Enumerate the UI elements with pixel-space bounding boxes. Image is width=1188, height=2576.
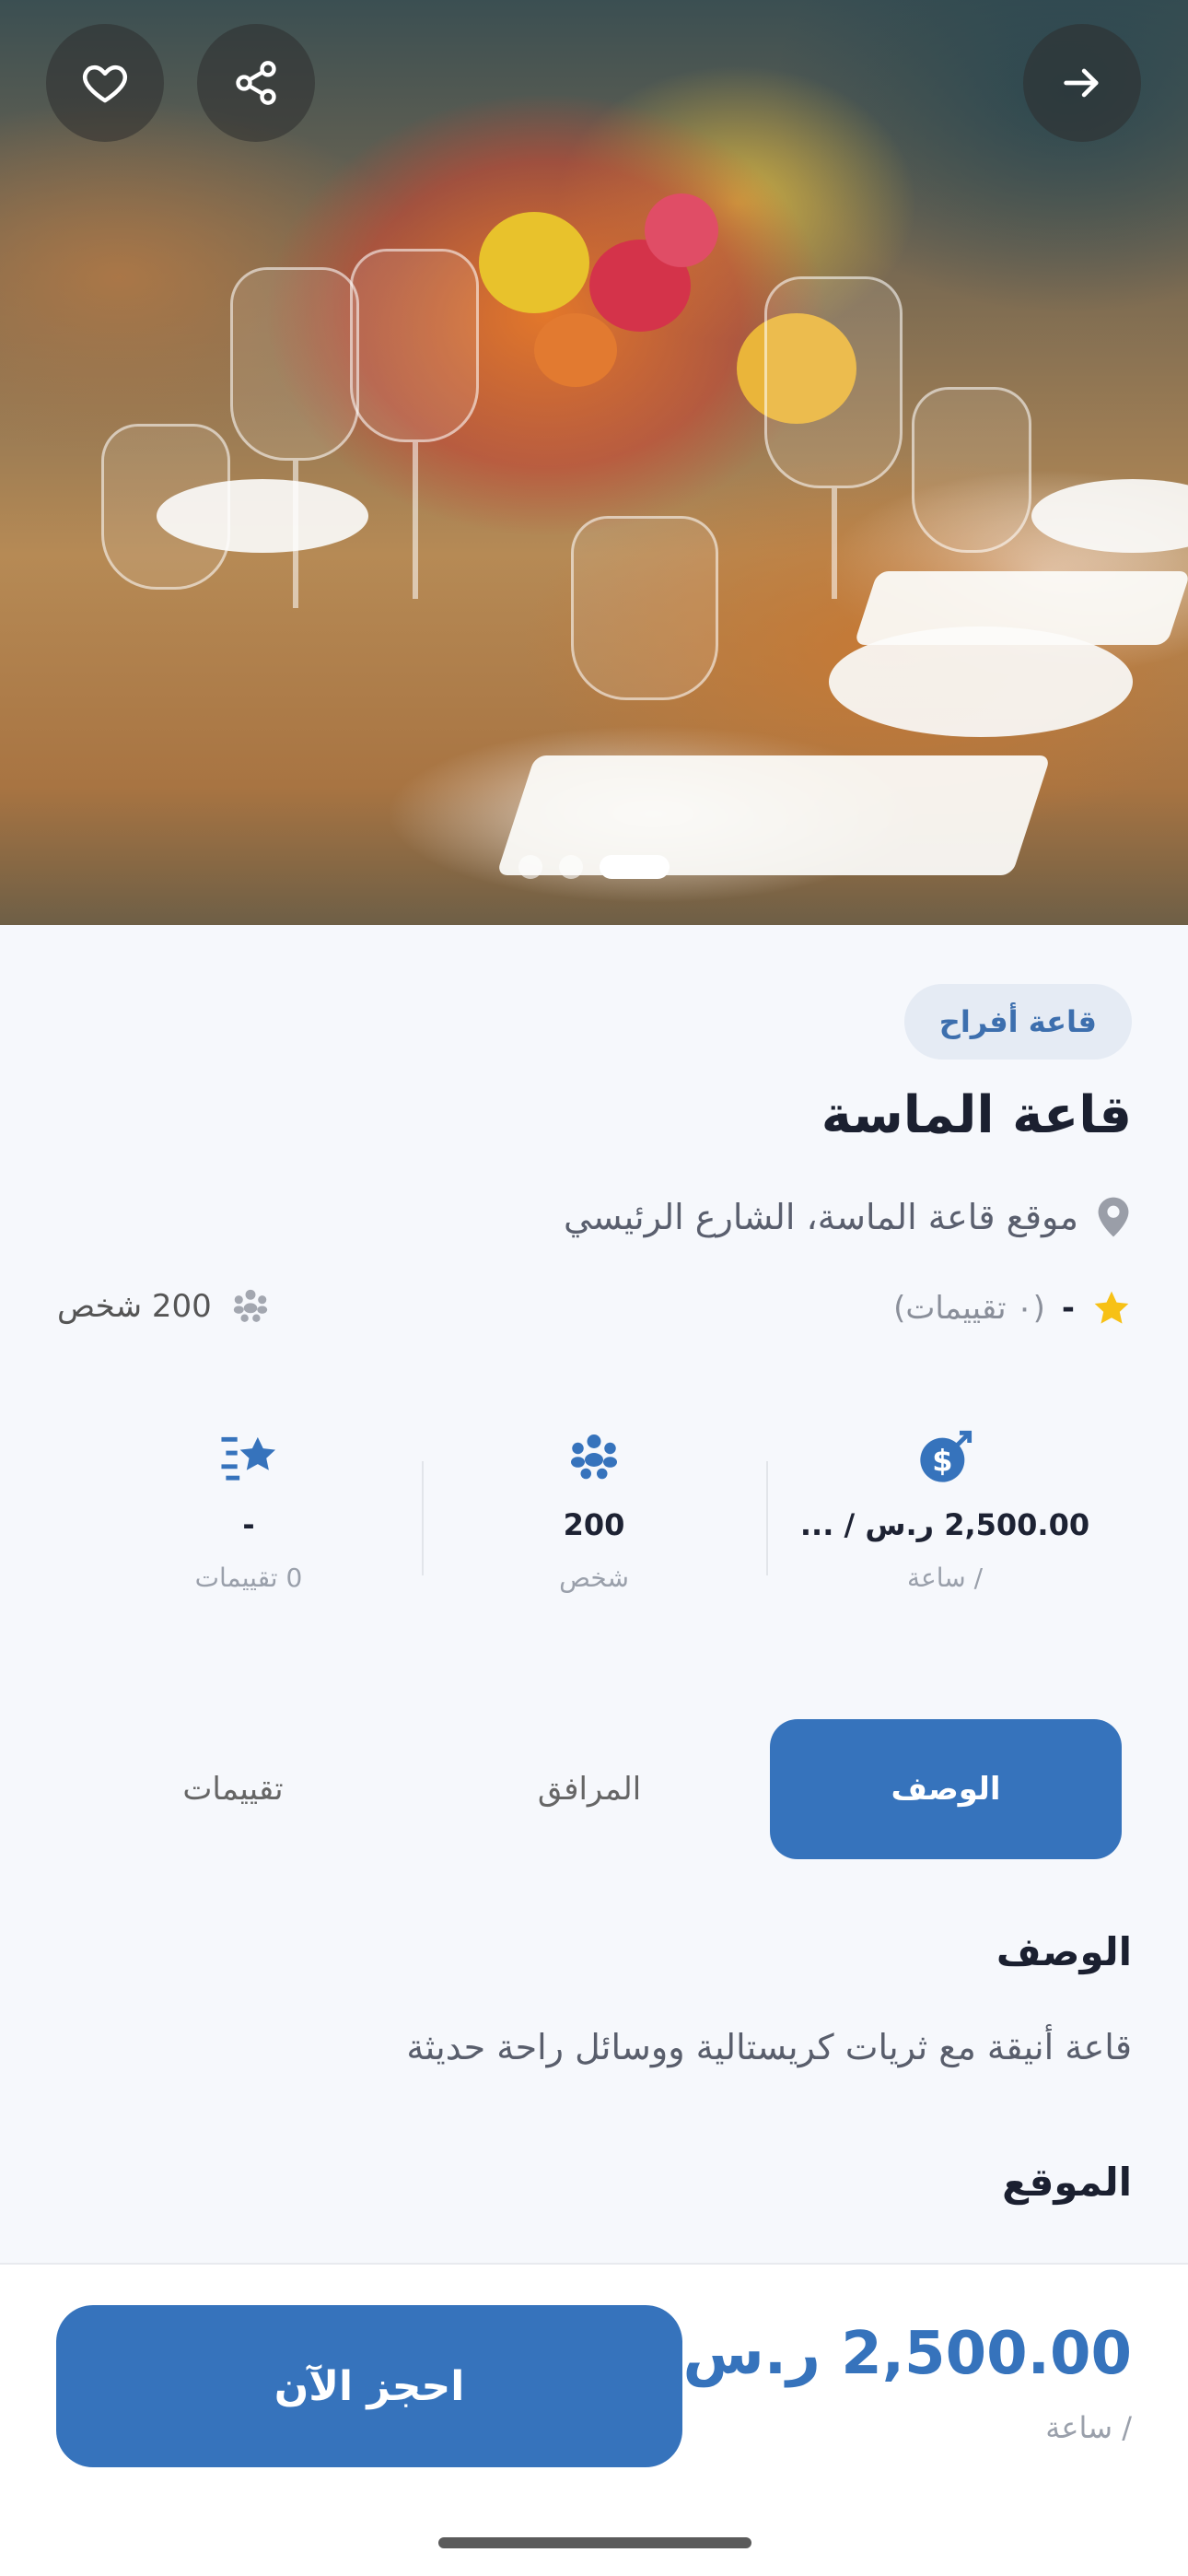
tab-reviews[interactable]: تقييمات: [57, 1719, 409, 1859]
stats-row: $ 2,500.00 ر.س / ... / ساعة 200 شخص - 0 …: [0, 1428, 1188, 1603]
napkin: [854, 571, 1188, 645]
location-pin-icon: [1098, 1197, 1129, 1237]
stat-reviews-sub: 0 تقييمات: [194, 1563, 303, 1593]
glass-stem: [832, 488, 837, 599]
stat-capacity-sub: شخص: [559, 1563, 629, 1593]
wine-glass: [764, 276, 903, 488]
category-chip: قاعة أفراح: [903, 984, 1132, 1060]
money-icon: $: [920, 1430, 973, 1482]
venue-title: قاعة الماسة: [821, 1085, 1132, 1145]
book-now-button[interactable]: احجز الآن: [56, 2305, 682, 2467]
svg-text:$: $: [932, 1444, 952, 1479]
rating-value: -: [1061, 1290, 1075, 1327]
venue-details-screen: قاعة أفراح قاعة الماسة موقع قاعة الماسة،…: [0, 0, 1188, 2576]
home-indicator[interactable]: [438, 2537, 751, 2548]
star-icon: [1094, 1291, 1129, 1324]
venue-location[interactable]: موقع قاعة الماسة، الشارع الرئيسي: [564, 1196, 1132, 1238]
stat-divider: [766, 1461, 768, 1575]
wine-glass: [571, 516, 718, 700]
tab-description[interactable]: الوصف: [770, 1719, 1122, 1859]
hero-image[interactable]: [0, 0, 1188, 925]
location-text: موقع قاعة الماسة، الشارع الرئيسي: [564, 1197, 1078, 1237]
stat-reviews-value: -: [242, 1507, 255, 1542]
people-icon: [571, 1434, 617, 1480]
description-heading: الوصف: [996, 1929, 1132, 1974]
booking-price: 2,500.00 ر.س: [682, 2320, 1132, 2388]
arrow-right-icon: [1064, 68, 1099, 98]
stat-capacity: 200 شخص: [428, 1428, 760, 1593]
glass-stem: [293, 461, 298, 608]
description-text: قاعة أنيقة مع ثريات كريستالية ووسائل راح…: [406, 2027, 1132, 2067]
tab-amenities[interactable]: المرافق: [413, 1719, 765, 1859]
stat-reviews: - 0 تقييمات: [83, 1428, 414, 1593]
stat-price: $ 2,500.00 ر.س / ... / ساعة: [779, 1428, 1111, 1593]
glass-stem: [413, 442, 418, 599]
stat-capacity-value: 200: [563, 1507, 625, 1542]
stat-price-sub: / ساعة: [906, 1563, 984, 1593]
carousel-dot-active[interactable]: [600, 855, 670, 879]
capacity-summary: 200 شخص: [57, 1288, 271, 1325]
capacity-text: 200 شخص: [57, 1288, 212, 1325]
flower: [645, 193, 718, 267]
people-icon: [233, 1289, 267, 1322]
star-list-icon: [221, 1436, 276, 1481]
location-heading: الموقع: [1002, 2160, 1132, 2205]
carousel-dot[interactable]: [518, 855, 542, 879]
heart-icon: [83, 64, 127, 103]
carousel-dot[interactable]: [559, 855, 583, 879]
stat-divider: [422, 1461, 424, 1575]
tab-bar: الوصف المرافق تقييمات: [57, 1719, 1122, 1859]
wine-glass: [350, 249, 479, 442]
rating-count: (٠ تقييمات): [893, 1290, 1045, 1327]
favorite-button[interactable]: [46, 24, 164, 142]
booking-price-unit: / ساعة: [1045, 2410, 1132, 2445]
wine-glass: [912, 387, 1031, 553]
carousel-indicator: [0, 855, 1188, 879]
plate: [1031, 479, 1188, 553]
wine-glass: [230, 267, 359, 461]
share-icon: [236, 61, 276, 105]
stat-price-value: 2,500.00 ر.س / ...: [799, 1507, 1090, 1542]
booking-bar: احجز الآن 2,500.00 ر.س / ساعة: [0, 2263, 1188, 2576]
flower: [479, 212, 589, 313]
wine-glass: [101, 424, 230, 590]
share-button[interactable]: [197, 24, 315, 142]
back-button[interactable]: [1023, 24, 1141, 142]
rating-summary: - (٠ تقييمات): [893, 1288, 1132, 1329]
flower: [534, 313, 617, 387]
